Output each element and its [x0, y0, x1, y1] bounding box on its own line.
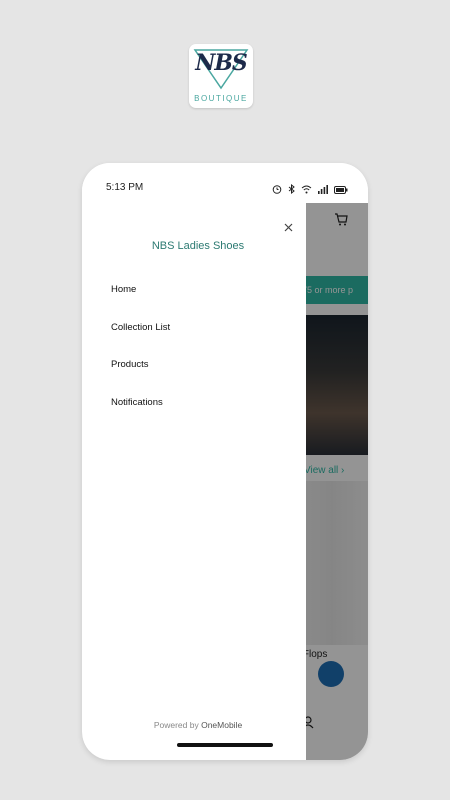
app-logo: NBS BOUTIQUE	[189, 44, 253, 108]
menu-item-notifications[interactable]: Notifications	[111, 395, 170, 433]
menu-item-products[interactable]: Products	[111, 357, 170, 395]
powered-by-brand: OneMobile	[201, 720, 243, 730]
home-indicator[interactable]	[177, 743, 273, 747]
battery-icon	[334, 181, 348, 199]
bluetooth-icon	[288, 181, 295, 199]
alarm-icon	[272, 181, 282, 199]
drawer-menu: Home Collection List Products Notificati…	[111, 282, 170, 432]
logo-brand: NBS	[195, 50, 248, 76]
wifi-icon	[301, 181, 312, 199]
status-time: 5:13 PM	[106, 182, 144, 193]
powered-by-prefix: Powered by	[153, 720, 199, 730]
navigation-drawer: NBS Ladies Shoes Home Collection List Pr…	[82, 203, 306, 760]
powered-by-footer: Powered by OneMobile	[82, 720, 314, 730]
menu-item-collection-list[interactable]: Collection List	[111, 320, 170, 358]
status-icons	[272, 181, 348, 199]
signal-icon	[318, 181, 328, 199]
phone-frame: 5:13 PM 75 or more p View all › Flops NB…	[82, 163, 368, 760]
status-bar: 5:13 PM	[82, 163, 368, 203]
close-icon[interactable]	[280, 219, 296, 235]
menu-item-home[interactable]: Home	[111, 282, 170, 320]
logo-subtitle: BOUTIQUE	[194, 94, 248, 103]
drawer-title: NBS Ladies Shoes	[151, 240, 245, 252]
